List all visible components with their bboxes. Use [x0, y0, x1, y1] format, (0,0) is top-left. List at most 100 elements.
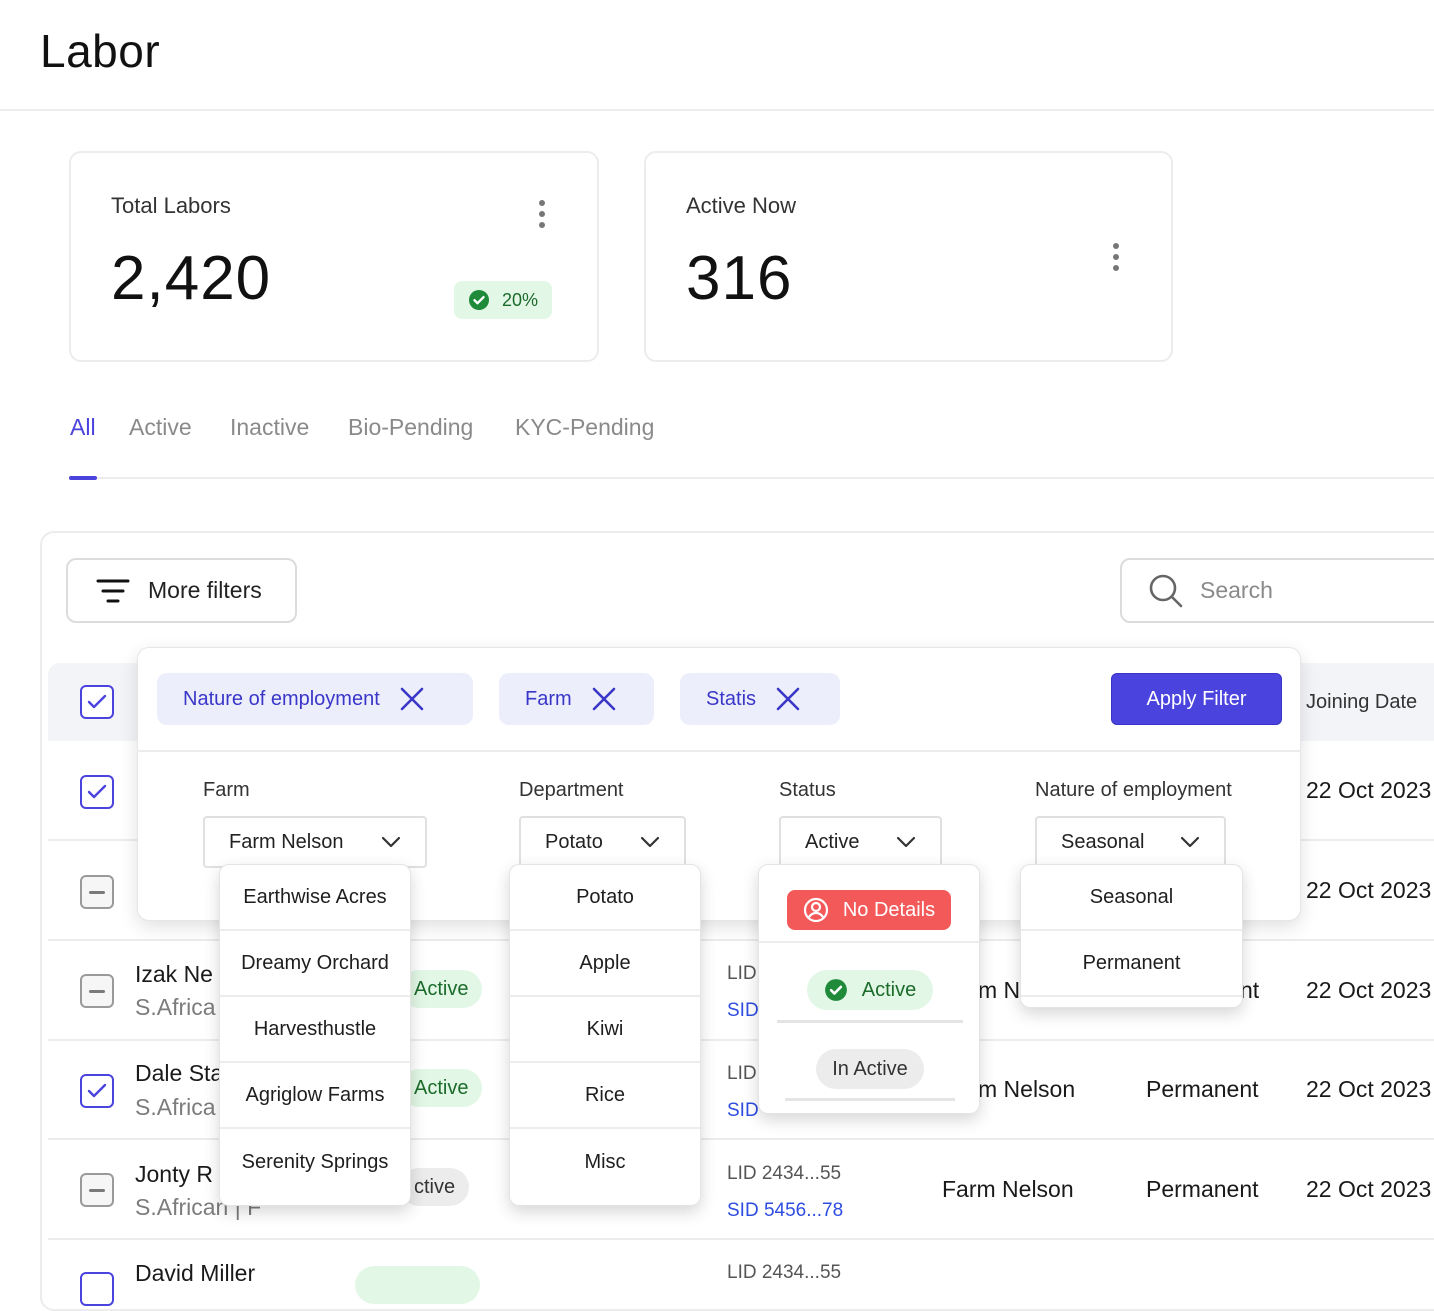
department-select-value: Potato: [545, 830, 603, 853]
labor-farm: Farm Nelson: [942, 1176, 1074, 1202]
labor-nationality: S.Africa: [135, 1094, 216, 1120]
status-select[interactable]: Active: [779, 816, 942, 868]
labor-lid: LID: [727, 963, 757, 984]
close-icon[interactable]: [592, 687, 616, 711]
check-icon: [87, 1083, 107, 1098]
status-option-label: No Details: [842, 898, 936, 921]
joining-date: 22 Oct 2023: [1306, 877, 1432, 903]
filter-chip-status[interactable]: Statis: [680, 673, 840, 725]
status-badge: [355, 1266, 480, 1304]
labor-name: Izak Ne: [135, 961, 213, 987]
tab-active[interactable]: Active: [129, 414, 192, 441]
status-badge-label: Active: [414, 977, 469, 1000]
filter-lines-icon: [96, 579, 130, 602]
status-dropdown-menu: No Details Active In Active: [758, 864, 980, 1114]
joining-date: 22 Oct 2023: [1306, 777, 1432, 803]
row-checkbox[interactable]: [80, 875, 114, 909]
joining-date: 22 Oct 2023: [1306, 1076, 1432, 1102]
search-box: [1120, 558, 1434, 623]
check-circle-icon: [824, 979, 847, 1001]
row-checkbox[interactable]: [80, 974, 114, 1008]
filter-chip-nature[interactable]: Nature of employment: [157, 673, 473, 725]
check-circle-icon: [469, 290, 489, 310]
department-option[interactable]: Misc: [510, 1129, 700, 1195]
active-now-value: 316: [686, 244, 793, 313]
search-icon: [1149, 574, 1183, 607]
active-tab-indicator: [69, 476, 97, 480]
status-option-active[interactable]: Active: [807, 970, 933, 1010]
close-icon[interactable]: [776, 687, 800, 711]
more-vertical-icon[interactable]: [538, 200, 546, 228]
labor-lid: LID: [727, 1063, 757, 1084]
status-menu-divider: [785, 1098, 955, 1101]
header-divider: [0, 109, 1434, 111]
labor-name: David Miller: [135, 1260, 256, 1286]
labor-nationality: S.Africa: [135, 994, 216, 1020]
farm-select[interactable]: Farm Nelson: [203, 816, 427, 868]
status-option-inactive[interactable]: In Active: [816, 1049, 924, 1089]
more-vertical-icon[interactable]: [1112, 243, 1120, 271]
department-option[interactable]: Apple: [510, 931, 700, 997]
user-circle-icon: [803, 897, 828, 923]
tab-kyc-pending[interactable]: KYC-Pending: [515, 414, 654, 441]
page-title: Labor: [40, 25, 161, 77]
total-labors-card: Total Labors 2,420 20%: [69, 151, 599, 362]
labor-farm: m N: [978, 977, 1021, 1003]
row-checkbox[interactable]: [80, 1272, 114, 1306]
select-all-checkbox[interactable]: [80, 685, 114, 719]
filter-chip-label: Farm: [525, 687, 572, 710]
labor-lid: LID 2434...55: [727, 1163, 842, 1184]
close-icon[interactable]: [400, 687, 424, 711]
labor-name: Dale Sta: [135, 1060, 224, 1086]
status-badge: Active: [400, 970, 483, 1008]
active-now-card: Active Now 316: [644, 151, 1173, 362]
status-option-no-details[interactable]: No Details: [787, 890, 951, 930]
department-option[interactable]: Rice: [510, 1063, 700, 1129]
farm-option[interactable]: Earthwise Acres: [220, 865, 410, 931]
farm-option[interactable]: Dreamy Orchard: [220, 931, 410, 997]
row-divider: [48, 1238, 1434, 1240]
chevron-down-icon: [1180, 836, 1200, 848]
search-input[interactable]: [1200, 577, 1400, 604]
filter-chip-label: Nature of employment: [183, 687, 380, 710]
trend-badge: 20%: [454, 281, 553, 319]
department-option[interactable]: Potato: [510, 865, 700, 931]
filter-chip-farm[interactable]: Farm: [499, 673, 654, 725]
apply-filter-button[interactable]: Apply Filter: [1111, 673, 1282, 725]
row-checkbox[interactable]: [80, 1173, 114, 1207]
department-filter-label: Department: [519, 779, 624, 801]
tab-all[interactable]: All: [70, 414, 96, 441]
chevron-down-icon: [640, 836, 660, 848]
department-dropdown-menu: Potato Apple Kiwi Rice Misc: [509, 864, 701, 1206]
labor-lid: LID 2434...55: [727, 1262, 842, 1283]
labor-sid[interactable]: SID: [727, 1100, 759, 1122]
chevron-down-icon: [381, 836, 401, 848]
column-header-joining-date[interactable]: Joining Date: [1306, 691, 1417, 714]
status-menu-divider: [759, 941, 979, 943]
more-filters-button[interactable]: More filters: [66, 558, 297, 623]
farm-option[interactable]: Harvesthustle: [220, 997, 410, 1063]
farm-dropdown-menu: Earthwise Acres Dreamy Orchard Harvesthu…: [219, 864, 411, 1206]
nature-option[interactable]: Seasonal: [1021, 865, 1242, 931]
tab-inactive[interactable]: Inactive: [230, 414, 309, 441]
labor-sid[interactable]: SID 5456...78: [727, 1200, 843, 1222]
joining-date: 22 Oct 2023: [1306, 1176, 1432, 1202]
row-checkbox[interactable]: [80, 1074, 114, 1108]
trend-value: 20%: [502, 289, 539, 310]
farm-option[interactable]: Serenity Springs: [220, 1129, 410, 1195]
joining-date: 22 Oct 2023: [1306, 977, 1432, 1003]
department-select[interactable]: Potato: [519, 816, 686, 868]
filter-popup-divider: [137, 750, 1301, 752]
status-badge: Active: [400, 1069, 483, 1107]
more-filters-label: More filters: [148, 577, 262, 603]
nature-select[interactable]: Seasonal: [1035, 816, 1226, 868]
status-filter-label: Status: [779, 779, 836, 801]
tabs-divider: [69, 477, 1434, 479]
department-option[interactable]: Kiwi: [510, 997, 700, 1063]
tab-bio-pending[interactable]: Bio-Pending: [348, 414, 473, 441]
nature-option[interactable]: Permanent: [1021, 931, 1242, 997]
farm-option[interactable]: Agriglow Farms: [220, 1063, 410, 1129]
status-option-label: Active: [861, 978, 917, 1001]
labor-sid[interactable]: SID: [727, 1000, 759, 1022]
row-checkbox[interactable]: [80, 775, 114, 809]
